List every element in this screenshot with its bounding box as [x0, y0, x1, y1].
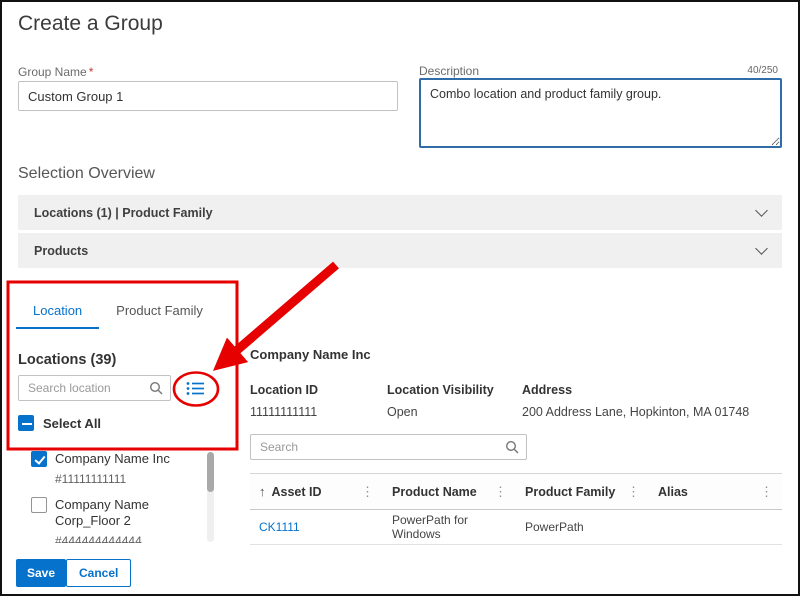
column-label: Asset ID — [272, 485, 322, 499]
column-menu-icon[interactable]: ⋮ — [627, 484, 640, 500]
list-view-button[interactable] — [179, 377, 211, 400]
field-value: 200 Address Lane, Hopkinton, MA 01748 — [522, 405, 749, 419]
chevron-down-icon — [755, 204, 768, 217]
column-header-asset-id[interactable]: ↑ Asset ID ⋮ — [250, 474, 383, 509]
search-icon — [505, 440, 519, 454]
sort-ascending-icon[interactable]: ↑ — [259, 484, 266, 499]
select-all-label: Select All — [43, 416, 101, 431]
field-label: Location ID — [250, 383, 318, 397]
cancel-button[interactable]: Cancel — [66, 559, 131, 587]
description-textarea[interactable]: Combo location and product family group. — [419, 78, 782, 148]
asset-id-link[interactable]: CK1111 — [250, 510, 383, 544]
column-label: Product Family — [525, 485, 615, 499]
tab-location[interactable]: Location — [16, 295, 99, 329]
char-counter: 40/250 — [747, 65, 778, 76]
selection-overview-title: Selection Overview — [18, 165, 155, 183]
accordion-products[interactable]: Products — [18, 233, 782, 268]
list-item[interactable]: Company Name Corp_Floor 2 #444444444444 — [31, 497, 203, 543]
column-label: Alias — [658, 485, 688, 499]
column-menu-icon[interactable]: ⋮ — [760, 484, 773, 500]
location-checkbox[interactable] — [31, 497, 47, 513]
alias-cell — [649, 510, 782, 544]
location-id: #11111111111 — [55, 472, 170, 486]
create-group-page: Create a Group Group Name* Description 4… — [0, 0, 800, 596]
column-header-alias[interactable]: Alias ⋮ — [649, 474, 782, 509]
asset-table-header: ↑ Asset ID ⋮ Product Name ⋮ Product Fami… — [250, 473, 782, 510]
required-asterisk: * — [89, 65, 94, 79]
asset-table: ↑ Asset ID ⋮ Product Name ⋮ Product Fami… — [250, 473, 782, 545]
select-all-row[interactable]: Select All — [18, 415, 101, 431]
location-search-box — [18, 375, 171, 401]
location-item-text: Company Name Corp_Floor 2 #444444444444 — [55, 497, 173, 543]
scrollbar-thumb[interactable] — [207, 452, 214, 492]
column-header-product-name[interactable]: Product Name ⋮ — [383, 474, 516, 509]
location-search-input[interactable] — [19, 381, 149, 395]
company-name-heading: Company Name Inc — [250, 347, 371, 362]
location-id: #444444444444 — [55, 534, 173, 543]
location-name: Company Name Inc — [55, 451, 170, 467]
list-item[interactable]: Company Name Inc #11111111111 — [31, 451, 203, 486]
accordion-locations-product-family[interactable]: Locations (1) | Product Family — [18, 195, 782, 230]
search-icon — [149, 381, 163, 395]
field-value: 11111111111 — [250, 405, 318, 419]
location-id-field: Location ID 11111111111 — [250, 383, 318, 419]
accordion-label: Locations (1) | Product Family — [34, 206, 213, 220]
annotation-arrow — [228, 265, 336, 358]
address-field: Address 200 Address Lane, Hopkinton, MA … — [522, 383, 749, 419]
field-label: Location Visibility — [387, 383, 494, 397]
left-panel-tabs: Location Product Family — [16, 295, 220, 329]
asset-search-input[interactable] — [251, 440, 505, 454]
scrollbar[interactable] — [207, 452, 214, 542]
accordion-label: Products — [34, 244, 88, 258]
column-menu-icon[interactable]: ⋮ — [361, 484, 374, 500]
table-row: CK1111 PowerPath for Windows PowerPath — [250, 510, 782, 545]
column-label: Product Name — [392, 485, 477, 499]
group-name-label-text: Group Name — [18, 65, 87, 79]
location-list: Company Name Inc #11111111111 Company Na… — [31, 451, 203, 543]
locations-count-heading: Locations (39) — [18, 352, 116, 368]
save-button[interactable]: Save — [16, 559, 66, 587]
tab-product-family[interactable]: Product Family — [99, 295, 220, 329]
asset-search-box — [250, 434, 527, 460]
chevron-down-icon — [755, 242, 768, 255]
list-view-icon — [186, 381, 205, 396]
location-item-text: Company Name Inc #11111111111 — [55, 451, 170, 486]
column-header-product-family[interactable]: Product Family ⋮ — [516, 474, 649, 509]
select-all-checkbox[interactable] — [18, 415, 34, 431]
location-visibility-field: Location Visibility Open — [387, 383, 494, 419]
column-menu-icon[interactable]: ⋮ — [494, 484, 507, 500]
page-title: Create a Group — [18, 12, 163, 36]
field-value: Open — [387, 405, 494, 419]
location-checkbox[interactable] — [31, 451, 47, 467]
product-family-cell: PowerPath — [516, 510, 649, 544]
field-label: Address — [522, 383, 749, 397]
product-name-cell: PowerPath for Windows — [383, 510, 516, 544]
location-name: Company Name Corp_Floor 2 — [55, 497, 173, 529]
description-label: Description — [419, 64, 479, 78]
group-name-label: Group Name* — [18, 65, 93, 79]
group-name-input[interactable] — [18, 81, 398, 111]
